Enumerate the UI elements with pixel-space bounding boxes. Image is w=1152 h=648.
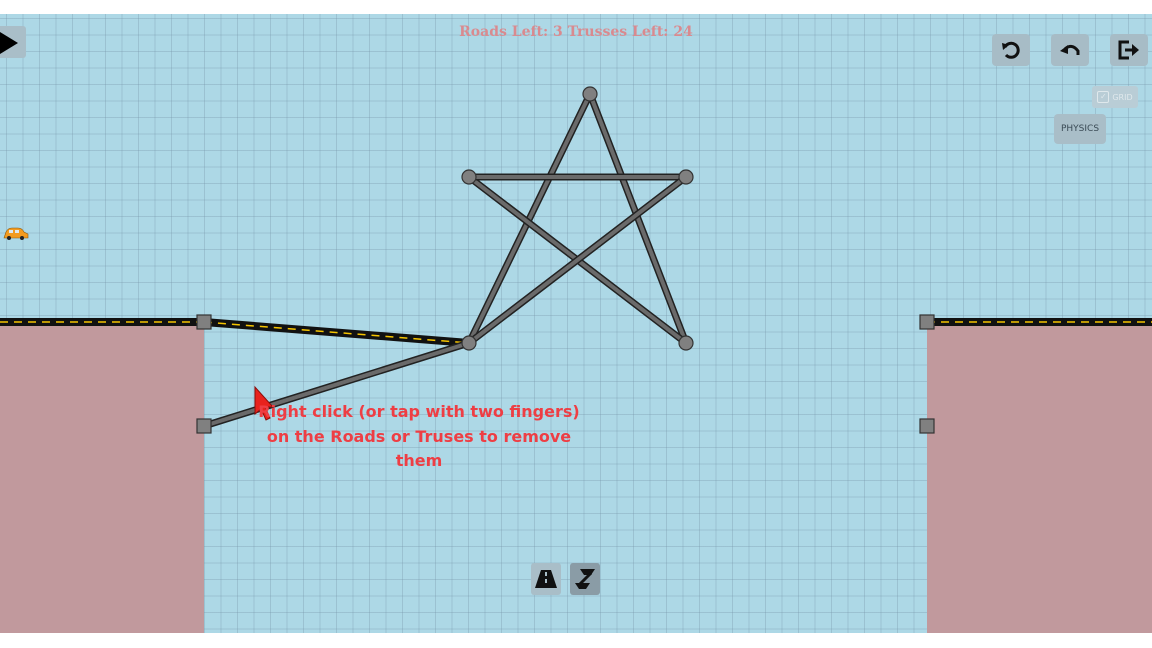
left-cliff bbox=[0, 322, 204, 633]
play-button[interactable] bbox=[0, 26, 26, 58]
joint[interactable] bbox=[678, 169, 694, 185]
undo-icon bbox=[1060, 44, 1080, 55]
joint[interactable] bbox=[461, 335, 477, 351]
restart-button[interactable] bbox=[992, 34, 1030, 66]
bridge-scene[interactable] bbox=[0, 14, 1152, 633]
restart-icon bbox=[1002, 41, 1020, 59]
joint[interactable] bbox=[678, 335, 694, 351]
grid-toggle[interactable]: ✓ GRID bbox=[1092, 86, 1138, 108]
truss-group[interactable] bbox=[200, 90, 690, 430]
car-icon bbox=[3, 227, 29, 240]
hint-text: Right click (or tap with two fingers) on… bbox=[258, 402, 580, 470]
game-board[interactable]: Roads Left: 3 Trusses Left: 24 ✓ GRID PH… bbox=[0, 14, 1152, 633]
road-icon bbox=[535, 570, 557, 588]
anchor-joint[interactable] bbox=[196, 314, 212, 330]
road-tool-button[interactable] bbox=[531, 563, 561, 595]
resources-counter: Roads Left: 3 Trusses Left: 24 bbox=[459, 24, 693, 40]
joint[interactable] bbox=[582, 86, 598, 102]
anchor-joint[interactable] bbox=[196, 418, 212, 434]
physics-button[interactable]: PHYSICS bbox=[1054, 114, 1106, 144]
anchor-joint[interactable] bbox=[919, 418, 935, 434]
anchor-joint[interactable] bbox=[919, 314, 935, 330]
right-cliff bbox=[927, 322, 1152, 633]
joint[interactable] bbox=[461, 169, 477, 185]
play-icon bbox=[0, 32, 18, 54]
exit-icon bbox=[1118, 40, 1139, 60]
undo-button[interactable] bbox=[1051, 34, 1089, 66]
exit-button[interactable] bbox=[1110, 34, 1148, 66]
built-road[interactable] bbox=[203, 318, 470, 347]
truss[interactable] bbox=[465, 90, 594, 347]
truss-tool-button[interactable] bbox=[570, 563, 600, 595]
grid-checkbox[interactable]: ✓ bbox=[1097, 91, 1110, 103]
truss-icon bbox=[575, 569, 595, 589]
grid-label: GRID bbox=[1112, 92, 1133, 102]
